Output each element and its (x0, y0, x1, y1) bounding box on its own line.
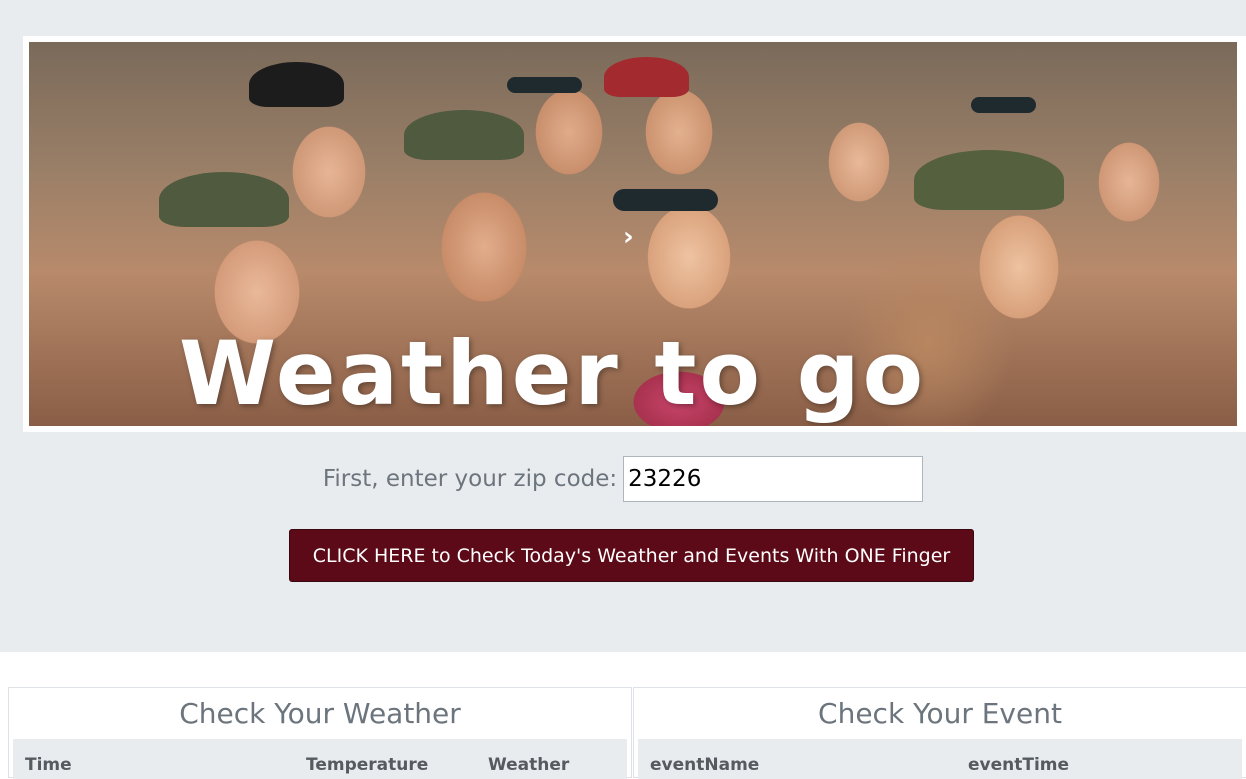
event-table-header: eventName eventTime (638, 739, 1242, 779)
camo-cap-shape (159, 172, 289, 227)
event-panel-title: Check Your Event (818, 696, 1062, 730)
camo-cap-shape (404, 110, 524, 160)
column-header-temperature: Temperature (306, 755, 429, 775)
column-header-event-time: eventTime (968, 755, 1070, 775)
column-header-weather: Weather (488, 755, 570, 775)
sunglasses-shape (971, 97, 1036, 113)
check-weather-events-button[interactable]: CLICK HERE to Check Today's Weather and … (289, 529, 974, 582)
column-header-time: Time (25, 755, 72, 775)
column-header-event-name: eventName (650, 755, 760, 775)
weather-panel-title: Check Your Weather (179, 696, 461, 730)
zip-code-label: First, enter your zip code: (322, 466, 618, 492)
hero-banner: › Weather to go (23, 36, 1246, 432)
red-cap-shape (604, 57, 689, 97)
sunglasses-shape (507, 77, 582, 93)
header-section: › Weather to go First, enter your zip co… (0, 0, 1246, 652)
sunglasses-shape (613, 189, 718, 211)
chevron-right-icon[interactable]: › (623, 222, 634, 252)
event-panel: Check Your Event eventName eventTime (633, 687, 1246, 779)
camo-cap-shape (914, 150, 1064, 210)
weather-table-header: Time Temperature Weather (13, 739, 627, 779)
hero-title: Weather to go (179, 322, 927, 425)
black-cap-shape (249, 62, 344, 107)
zip-code-input[interactable] (623, 456, 924, 502)
crowd-photo: › Weather to go (29, 42, 1237, 426)
zip-code-row: First, enter your zip code: (0, 456, 1246, 502)
weather-panel: Check Your Weather Time Temperature Weat… (8, 687, 632, 779)
